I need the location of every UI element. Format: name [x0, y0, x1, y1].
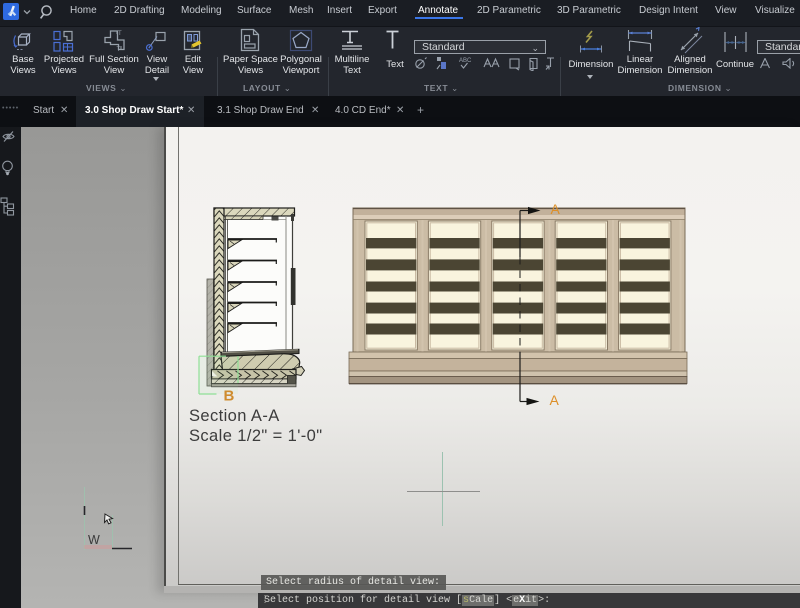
svg-text:A: A [551, 201, 561, 217]
svg-text:T: T [117, 47, 121, 53]
svg-text:W: W [88, 533, 100, 547]
svg-text:T: T [118, 31, 122, 37]
svg-text:ABC: ABC [459, 58, 472, 64]
svg-text:A: A [550, 392, 560, 408]
svg-text:B: B [224, 388, 235, 405]
